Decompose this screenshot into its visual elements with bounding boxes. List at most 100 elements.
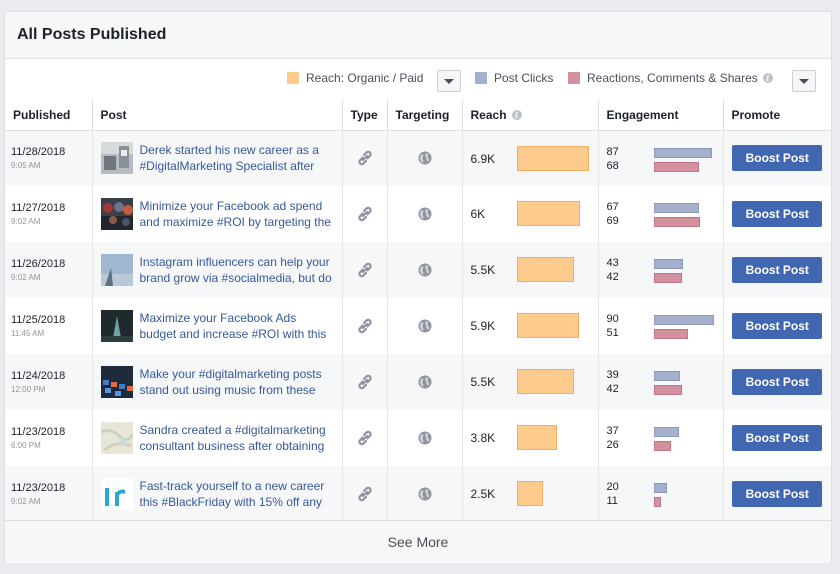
post-cell[interactable]: Sandra created a #digitalmarketing consu… [92,410,343,466]
post-thumbnail[interactable] [100,254,133,286]
col-reach[interactable]: Reach i [462,100,599,131]
boost-post-button[interactable]: Boost Post [732,313,823,339]
legend-reactions-label: Reactions, Comments & Shares [587,71,758,85]
globe-icon [418,487,431,501]
table-row: 11/24/2018 12:00 PM Make your #digitalma… [5,354,831,410]
post-link[interactable]: Sandra created a #digitalmarketing consu… [140,422,336,454]
post-cell[interactable]: Maximize your Facebook Ads budget and in… [92,298,343,354]
clicks-value: 87 [606,145,619,158]
reach-value: 2.5K [470,487,496,501]
post-date: 11/24/2018 [11,370,66,382]
type-cell [342,186,388,242]
reactions-bar [653,273,682,283]
col-promote: Promote [723,100,831,131]
post-thumbnail[interactable] [100,422,133,454]
boost-post-button[interactable]: Boost Post [732,145,823,172]
reach-cell: 2.5K [462,466,599,522]
col-post: Post [92,100,343,131]
reach-info-icon[interactable]: i [511,109,522,120]
link-icon [357,262,372,278]
table-row: 11/28/2018 9:05 AM Derek started his new… [5,130,831,186]
col-reach-label: Reach [470,107,507,122]
reach-cell: 6K [462,186,599,242]
clicks-value: 90 [606,313,619,325]
engagement-cell: 20 11 [598,466,724,522]
post-cell[interactable]: Instagram influencers can help your bran… [92,242,343,298]
reactions-bar [653,385,682,395]
targeting-cell [387,354,463,410]
post-cell[interactable]: Minimize your Facebook ad spend and maxi… [92,186,343,242]
see-more-button[interactable]: See More [5,520,831,563]
post-cell[interactable]: Make your #digitalmarketing posts stand … [92,354,343,410]
post-link[interactable]: Maximize your Facebook Ads budget and in… [140,310,336,342]
post-link[interactable]: Derek started his new career as a #Digit… [140,142,336,174]
globe-icon [418,263,431,277]
post-time: 9:02 AM [11,217,41,226]
type-cell [342,242,388,298]
reach-value: 6K [470,207,486,221]
col-engagement[interactable]: Engagement [598,100,724,131]
post-date: 11/26/2018 [11,258,66,270]
reach-swatch [287,72,299,84]
table-row: 11/25/2018 11:45 AM Maximize your Facebo… [5,298,831,354]
boost-post-button[interactable]: Boost Post [732,425,823,451]
clicks-bar [653,147,712,158]
post-time: 9:02 AM [11,273,41,282]
globe-icon [418,431,431,445]
legend-reactions: Reactions, Comments & Shares i [568,71,773,93]
link-icon [357,206,372,222]
post-link[interactable]: Fast-track yourself to a new career this… [140,478,336,510]
reach-value: 5.5K [470,375,496,389]
post-cell[interactable]: Fast-track yourself to a new career this… [92,466,343,522]
legend-clicks: Post Clicks [475,71,553,93]
reach-dropdown-button[interactable] [437,70,461,92]
post-thumbnail[interactable] [100,198,133,230]
boost-post-button[interactable]: Boost Post [732,257,823,283]
boost-post-button[interactable]: Boost Post [732,369,823,395]
targeting-cell [387,410,463,466]
clicks-bar [653,371,680,381]
post-thumbnail[interactable] [100,142,133,175]
posts-panel: All Posts Published Reach: Organic / Pai… [4,11,832,563]
type-cell [342,466,388,522]
reach-bar [516,313,579,338]
engagement-cell: 87 68 [598,130,724,186]
post-cell[interactable]: Derek started his new career as a #Digit… [92,130,343,186]
clicks-value: 39 [606,369,619,381]
type-cell [342,298,388,354]
boost-post-button[interactable]: Boost Post [732,481,823,507]
post-link[interactable]: Instagram influencers can help your bran… [140,254,336,286]
reactions-bar [653,329,688,339]
post-thumbnail[interactable] [100,478,133,510]
panel-header: All Posts Published [5,12,831,59]
post-link[interactable]: Minimize your Facebook ad spend and maxi… [140,198,336,230]
col-published[interactable]: Published [5,100,93,131]
post-time: 9:05 AM [11,161,41,171]
targeting-cell [387,186,463,242]
post-link[interactable]: Make your #digitalmarketing posts stand … [140,366,336,398]
published-cell: 11/28/2018 9:05 AM [5,130,93,186]
reach-bar [516,201,580,226]
table-row: 11/23/2018 9:02 AM Fast-track yourself t… [5,466,831,522]
post-date: 11/28/2018 [11,146,66,159]
globe-icon [418,319,431,333]
published-cell: 11/26/2018 9:02 AM [5,242,93,298]
post-thumbnail[interactable] [100,366,133,398]
reactions-value: 68 [606,159,619,172]
legend-reach: Reach: Organic / Paid [287,71,423,93]
engagement-dropdown-button[interactable] [792,70,816,92]
link-icon [357,486,372,502]
col-targeting: Targeting [387,100,463,131]
engagement-cell: 37 26 [598,410,724,466]
reactions-value: 42 [606,383,619,395]
promote-cell: Boost Post [723,242,831,298]
boost-post-button[interactable]: Boost Post [732,201,823,227]
reach-cell: 5.9K [462,298,599,354]
table-row: 11/26/2018 9:02 AM Instagram influencers… [5,242,831,298]
promote-cell: Boost Post [723,186,831,242]
post-thumbnail[interactable] [100,310,133,342]
info-icon[interactable]: i [762,73,773,83]
clicks-bar [653,483,667,493]
reach-value: 5.5K [470,263,496,277]
clicks-bar [653,427,679,437]
